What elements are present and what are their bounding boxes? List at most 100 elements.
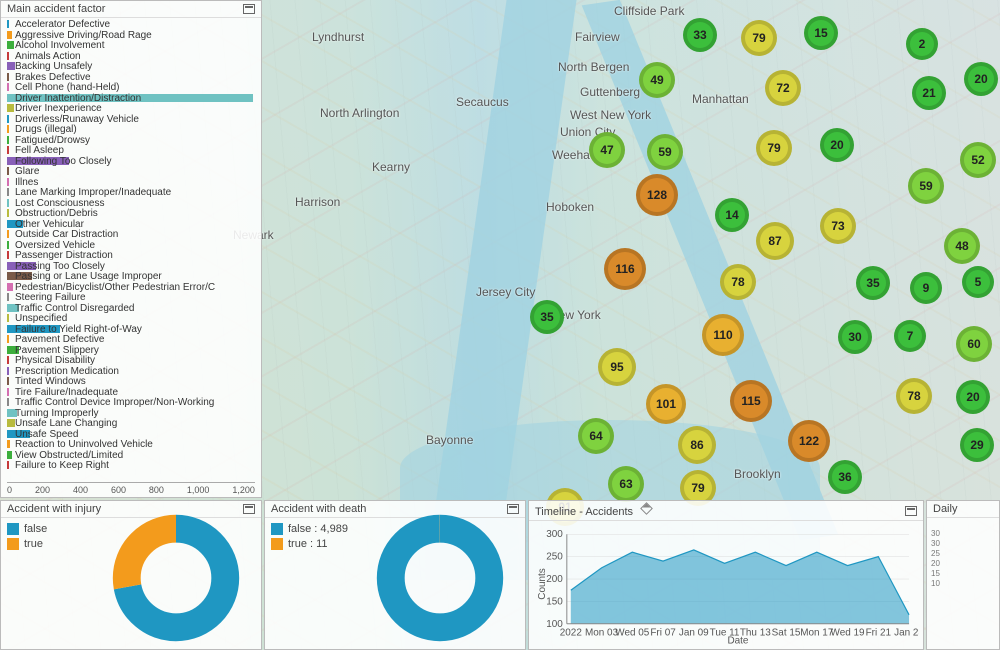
map-cluster-marker[interactable]: 60 (956, 326, 992, 362)
factor-row[interactable]: Driver Inexperience (7, 103, 255, 114)
map-cluster-marker[interactable]: 35 (530, 300, 564, 334)
factor-row[interactable]: Oversized Vehicle (7, 240, 255, 251)
map-cluster-marker[interactable]: 30 (838, 320, 872, 354)
factor-row[interactable]: Lost Consciousness (7, 198, 255, 209)
map-cluster-marker[interactable]: 15 (804, 16, 838, 50)
injury-donut-chart[interactable] (111, 513, 241, 643)
collapse-icon[interactable] (905, 506, 917, 516)
map-cluster-marker[interactable]: 86 (678, 426, 716, 464)
factor-label: Driver Inattention/Distraction (7, 93, 141, 104)
factor-row[interactable]: Turning Improperly (7, 408, 255, 419)
factor-row[interactable]: Unspecified (7, 313, 255, 324)
map-cluster-marker[interactable]: 101 (646, 384, 686, 424)
factor-row[interactable]: Fatigued/Drowsy (7, 135, 255, 146)
map-cluster-marker[interactable]: 49 (639, 62, 675, 98)
factor-row[interactable]: Unsafe Speed (7, 429, 255, 440)
map-cluster-marker[interactable]: 29 (960, 428, 994, 462)
map-cluster-marker[interactable]: 63 (608, 466, 644, 502)
factor-row[interactable]: Outside Car Distraction (7, 229, 255, 240)
factor-row[interactable]: Pedestrian/Bicyclist/Other Pedestrian Er… (7, 282, 255, 293)
factor-row[interactable]: Passing or Lane Usage Improper (7, 271, 255, 282)
map-cluster-marker[interactable]: 78 (896, 378, 932, 414)
map-cluster-marker[interactable]: 48 (944, 228, 980, 264)
map-cluster-marker[interactable]: 7 (894, 320, 926, 352)
factor-row[interactable]: Passing Too Closely (7, 261, 255, 272)
factor-row[interactable]: Pavement Defective (7, 334, 255, 345)
factor-row[interactable]: Backing Unsafely (7, 61, 255, 72)
factor-row[interactable]: Tinted Windows (7, 376, 255, 387)
map-cluster-marker[interactable]: 72 (765, 70, 801, 106)
map-cluster-marker[interactable]: 20 (820, 128, 854, 162)
factor-row[interactable]: Drugs (illegal) (7, 124, 255, 135)
factor-row[interactable]: Following Too Closely (7, 156, 255, 167)
map-cluster-marker[interactable]: 20 (964, 62, 998, 96)
map-cluster-marker[interactable]: 116 (604, 248, 646, 290)
factor-row[interactable]: Failure to Yield Right-of-Way (7, 324, 255, 335)
map-cluster-marker[interactable]: 128 (636, 174, 678, 216)
factor-row[interactable]: Aggressive Driving/Road Rage (7, 30, 255, 41)
factor-row[interactable]: View Obstructed/Limited (7, 450, 255, 461)
factor-row[interactable]: Passenger Distraction (7, 250, 255, 261)
factor-row[interactable]: Traffic Control Device Improper/Non-Work… (7, 397, 255, 408)
map-cluster-marker[interactable]: 79 (741, 20, 777, 56)
map-cluster-marker[interactable]: 59 (647, 134, 683, 170)
factor-row[interactable]: Driver Inattention/Distraction (7, 93, 255, 104)
factor-row[interactable]: Animals Action (7, 51, 255, 62)
factor-row[interactable]: Prescription Medication (7, 366, 255, 377)
map-cluster-marker[interactable]: 2 (906, 28, 938, 60)
timeline-area-chart[interactable]: 1001502002503002022Mon 03Wed 05Fri 07Jan… (533, 523, 919, 645)
factor-row[interactable]: Lane Marking Improper/Inadequate (7, 187, 255, 198)
axis-tick: 400 (73, 485, 88, 495)
edit-icon[interactable] (640, 503, 652, 515)
factor-row[interactable]: Unsafe Lane Changing (7, 418, 255, 429)
collapse-icon[interactable] (243, 4, 255, 14)
map-cluster-marker[interactable]: 64 (578, 418, 614, 454)
map-cluster-marker[interactable]: 9 (910, 272, 942, 304)
factor-row[interactable]: Fell Asleep (7, 145, 255, 156)
factor-row[interactable]: Reaction to Uninvolved Vehicle (7, 439, 255, 450)
svg-text:Jan 23: Jan 23 (894, 628, 919, 639)
factor-row[interactable]: Alcohol Involvement (7, 40, 255, 51)
map-cluster-marker[interactable]: 35 (856, 266, 890, 300)
factor-row[interactable]: Illnes (7, 177, 255, 188)
factor-row[interactable]: Obstruction/Debris (7, 208, 255, 219)
collapse-icon[interactable] (507, 504, 519, 514)
death-donut-chart[interactable] (375, 513, 505, 643)
factor-row[interactable]: Steering Failure (7, 292, 255, 303)
map-cluster-marker[interactable]: 78 (720, 264, 756, 300)
factor-label: Other Vehicular (7, 219, 84, 230)
map-cluster-marker[interactable]: 73 (820, 208, 856, 244)
map-cluster-marker[interactable]: 47 (589, 132, 625, 168)
factor-row[interactable]: Traffic Control Disregarded (7, 303, 255, 314)
map-cluster-marker[interactable]: 115 (730, 380, 772, 422)
map-cluster-marker[interactable]: 20 (956, 380, 990, 414)
map-place-label: Cliffside Park (614, 4, 684, 18)
map-cluster-marker[interactable]: 36 (828, 460, 862, 494)
factor-row[interactable]: Other Vehicular (7, 219, 255, 230)
map-cluster-marker[interactable]: 52 (960, 142, 996, 178)
map-cluster-marker[interactable]: 95 (598, 348, 636, 386)
map-cluster-marker[interactable]: 21 (912, 76, 946, 110)
map-cluster-marker[interactable]: 87 (756, 222, 794, 260)
factor-row[interactable]: Accelerator Defective (7, 19, 255, 30)
map-cluster-marker[interactable]: 110 (702, 314, 744, 356)
factor-row[interactable]: Physical Disability (7, 355, 255, 366)
map-place-label: North Bergen (558, 60, 629, 74)
factor-row[interactable]: Failure to Keep Right (7, 460, 255, 471)
factor-label: Pavement Defective (7, 334, 105, 345)
factor-row[interactable]: Brakes Defective (7, 72, 255, 83)
map-cluster-marker[interactable]: 33 (683, 18, 717, 52)
factor-label: Cell Phone (hand-Held) (7, 82, 120, 93)
map-cluster-marker[interactable]: 14 (715, 198, 749, 232)
map-cluster-marker[interactable]: 79 (756, 130, 792, 166)
factor-row[interactable]: Tire Failure/Inadequate (7, 387, 255, 398)
factor-row[interactable]: Glare (7, 166, 255, 177)
factor-panel: Main accident factor Accelerator Defecti… (0, 0, 262, 498)
map-cluster-marker[interactable]: 59 (908, 168, 944, 204)
factor-row[interactable]: Cell Phone (hand-Held) (7, 82, 255, 93)
collapse-icon[interactable] (243, 504, 255, 514)
factor-row[interactable]: Driverless/Runaway Vehicle (7, 114, 255, 125)
map-cluster-marker[interactable]: 122 (788, 420, 830, 462)
map-cluster-marker[interactable]: 5 (962, 266, 994, 298)
factor-row[interactable]: Pavement Slippery (7, 345, 255, 356)
